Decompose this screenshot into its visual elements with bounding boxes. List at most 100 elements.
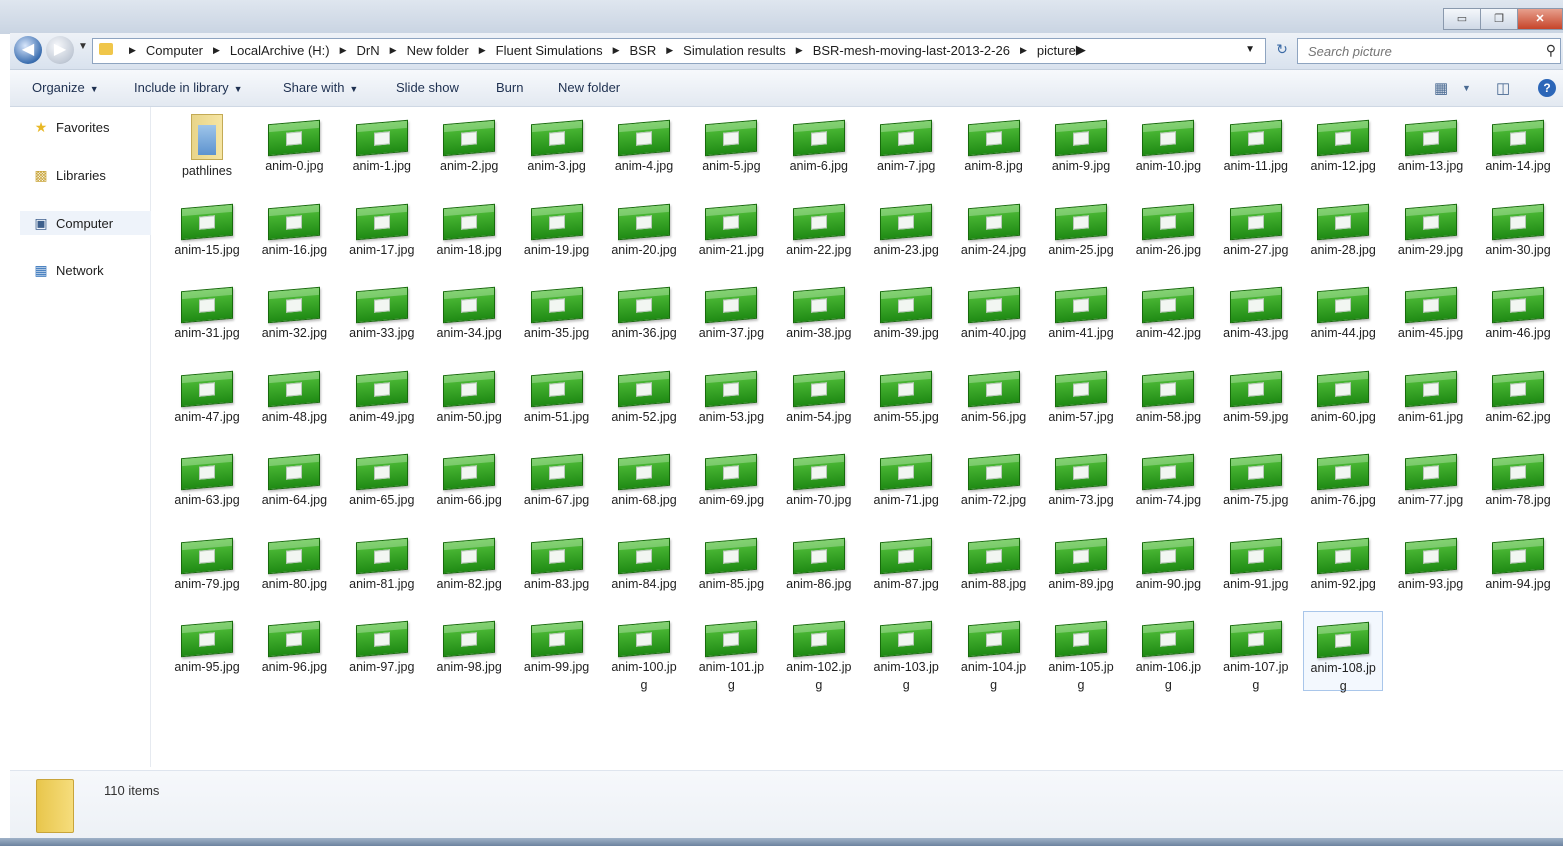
file-item[interactable]: anim-45.jpg xyxy=(1391,277,1471,357)
minimize-button[interactable]: ▭ xyxy=(1443,8,1481,30)
chevron-right-icon[interactable]: ▶ xyxy=(796,45,803,56)
file-item[interactable]: anim-39.jpg xyxy=(866,277,946,357)
file-item[interactable]: anim-24.jpg xyxy=(954,194,1034,274)
file-item[interactable]: anim-62.jpg xyxy=(1478,361,1558,441)
file-item[interactable]: anim-7.jpg xyxy=(866,110,946,190)
file-item[interactable]: anim-38.jpg xyxy=(779,277,859,357)
file-item[interactable]: anim-58.jpg xyxy=(1128,361,1208,441)
file-item[interactable]: anim-21.jpg xyxy=(691,194,771,274)
file-item[interactable]: anim-44.jpg xyxy=(1303,277,1383,357)
file-item[interactable]: anim-16.jpg xyxy=(254,194,334,274)
close-button[interactable]: ✕ xyxy=(1517,8,1563,30)
file-item[interactable]: anim-60.jpg xyxy=(1303,361,1383,441)
file-item[interactable]: anim-70.jpg xyxy=(779,444,859,524)
file-item[interactable]: anim-106.jpg xyxy=(1128,611,1208,692)
file-item[interactable]: anim-76.jpg xyxy=(1303,444,1383,524)
burn-button[interactable]: Burn xyxy=(496,80,523,95)
file-item[interactable]: anim-4.jpg xyxy=(604,110,684,190)
chevron-right-icon[interactable]: ▶ xyxy=(1076,42,1086,58)
file-item[interactable]: anim-50.jpg xyxy=(429,361,509,441)
forward-button[interactable]: ▶ xyxy=(46,36,74,64)
file-item[interactable]: anim-73.jpg xyxy=(1041,444,1121,524)
file-item[interactable]: anim-31.jpg xyxy=(167,277,247,357)
search-icon[interactable]: ⚲ xyxy=(1546,42,1556,59)
chevron-right-icon[interactable]: ▶ xyxy=(666,45,673,56)
nav-computer[interactable]: ▣ Computer xyxy=(20,211,154,235)
file-item[interactable]: anim-92.jpg xyxy=(1303,528,1383,608)
view-dropdown-icon[interactable]: ▼ xyxy=(1462,83,1471,93)
file-item[interactable]: anim-99.jpg xyxy=(517,611,597,691)
new-folder-button[interactable]: New folder xyxy=(558,80,620,95)
file-item[interactable]: anim-55.jpg xyxy=(866,361,946,441)
file-item[interactable]: anim-17.jpg xyxy=(342,194,422,274)
chevron-right-icon[interactable]: ▶ xyxy=(613,45,620,56)
file-item[interactable]: anim-56.jpg xyxy=(954,361,1034,441)
file-item[interactable]: anim-12.jpg xyxy=(1303,110,1383,190)
file-item[interactable]: anim-15.jpg xyxy=(167,194,247,274)
file-item[interactable]: anim-103.jpg xyxy=(866,611,946,692)
chevron-right-icon[interactable]: ▶ xyxy=(213,45,220,56)
file-item[interactable]: anim-77.jpg xyxy=(1391,444,1471,524)
history-dropdown-icon[interactable]: ▼ xyxy=(78,41,88,52)
file-item[interactable]: anim-9.jpg xyxy=(1041,110,1121,190)
file-item[interactable]: anim-85.jpg xyxy=(691,528,771,608)
file-item[interactable]: anim-97.jpg xyxy=(342,611,422,691)
file-item[interactable]: anim-89.jpg xyxy=(1041,528,1121,608)
file-item[interactable]: anim-66.jpg xyxy=(429,444,509,524)
file-item[interactable]: anim-96.jpg xyxy=(254,611,334,691)
file-item[interactable]: anim-107.jpg xyxy=(1216,611,1296,692)
file-item[interactable]: anim-3.jpg xyxy=(517,110,597,190)
file-item[interactable]: anim-68.jpg xyxy=(604,444,684,524)
breadcrumb-item[interactable]: ▶ Simulation results xyxy=(656,42,786,58)
file-item[interactable]: anim-95.jpg xyxy=(167,611,247,691)
file-item[interactable]: anim-105.jpg xyxy=(1041,611,1121,692)
file-item[interactable]: anim-101.jpg xyxy=(691,611,771,692)
file-item[interactable]: anim-86.jpg xyxy=(779,528,859,608)
file-item[interactable]: anim-29.jpg xyxy=(1391,194,1471,274)
address-bar[interactable]: ▶ Computer ▶ LocalArchive (H:) ▶ DrN ▶ New fold… xyxy=(92,38,1266,64)
file-item[interactable]: anim-41.jpg xyxy=(1041,277,1121,357)
file-item[interactable]: anim-49.jpg xyxy=(342,361,422,441)
breadcrumb-item[interactable]: ▶ DrN xyxy=(330,42,380,58)
file-item[interactable]: anim-11.jpg xyxy=(1216,110,1296,190)
file-item[interactable]: anim-108.jpg xyxy=(1303,611,1384,693)
search-input[interactable] xyxy=(1306,39,1540,63)
file-item[interactable]: anim-52.jpg xyxy=(604,361,684,441)
file-item[interactable]: anim-65.jpg xyxy=(342,444,422,524)
nav-network[interactable]: ▦ Network xyxy=(32,262,103,278)
file-item[interactable]: anim-20.jpg xyxy=(604,194,684,274)
file-item[interactable]: anim-53.jpg xyxy=(691,361,771,441)
file-item[interactable]: anim-30.jpg xyxy=(1478,194,1558,274)
file-item[interactable]: anim-59.jpg xyxy=(1216,361,1296,441)
nav-libraries[interactable]: ▩ Libraries xyxy=(32,167,105,183)
file-item[interactable]: anim-18.jpg xyxy=(429,194,509,274)
file-item[interactable]: anim-88.jpg xyxy=(954,528,1034,608)
file-item[interactable]: anim-98.jpg xyxy=(429,611,509,691)
search-box[interactable]: ⚲ xyxy=(1297,38,1561,64)
maximize-button[interactable]: ❐ xyxy=(1480,8,1518,30)
file-item[interactable]: anim-102.jpg xyxy=(779,611,859,692)
file-item[interactable]: anim-19.jpg xyxy=(517,194,597,274)
breadcrumb-item[interactable]: ▶ BSR-mesh-moving-last-2013-2-26 xyxy=(786,42,1010,58)
file-item[interactable]: anim-80.jpg xyxy=(254,528,334,608)
file-item[interactable]: anim-13.jpg xyxy=(1391,110,1471,190)
file-item[interactable]: anim-6.jpg xyxy=(779,110,859,190)
file-item[interactable]: anim-2.jpg xyxy=(429,110,509,190)
nav-favorites[interactable]: ★ Favorites xyxy=(32,119,110,135)
preview-pane-icon[interactable]: ◫ xyxy=(1496,79,1510,97)
file-item[interactable]: anim-46.jpg xyxy=(1478,277,1558,357)
file-item[interactable]: anim-69.jpg xyxy=(691,444,771,524)
file-item[interactable]: anim-81.jpg xyxy=(342,528,422,608)
file-item[interactable]: anim-48.jpg xyxy=(254,361,334,441)
share-with-button[interactable]: Share with ▼ xyxy=(283,80,358,95)
file-item[interactable]: anim-14.jpg xyxy=(1478,110,1558,190)
file-item[interactable]: anim-36.jpg xyxy=(604,277,684,357)
view-options-icon[interactable]: ▦ xyxy=(1434,79,1448,97)
file-item[interactable]: anim-5.jpg xyxy=(691,110,771,190)
file-item[interactable]: anim-10.jpg xyxy=(1128,110,1208,190)
file-item[interactable]: anim-32.jpg xyxy=(254,277,334,357)
file-item[interactable]: anim-54.jpg xyxy=(779,361,859,441)
file-item[interactable]: anim-28.jpg xyxy=(1303,194,1383,274)
file-item[interactable]: anim-67.jpg xyxy=(517,444,597,524)
file-item[interactable]: anim-35.jpg xyxy=(517,277,597,357)
